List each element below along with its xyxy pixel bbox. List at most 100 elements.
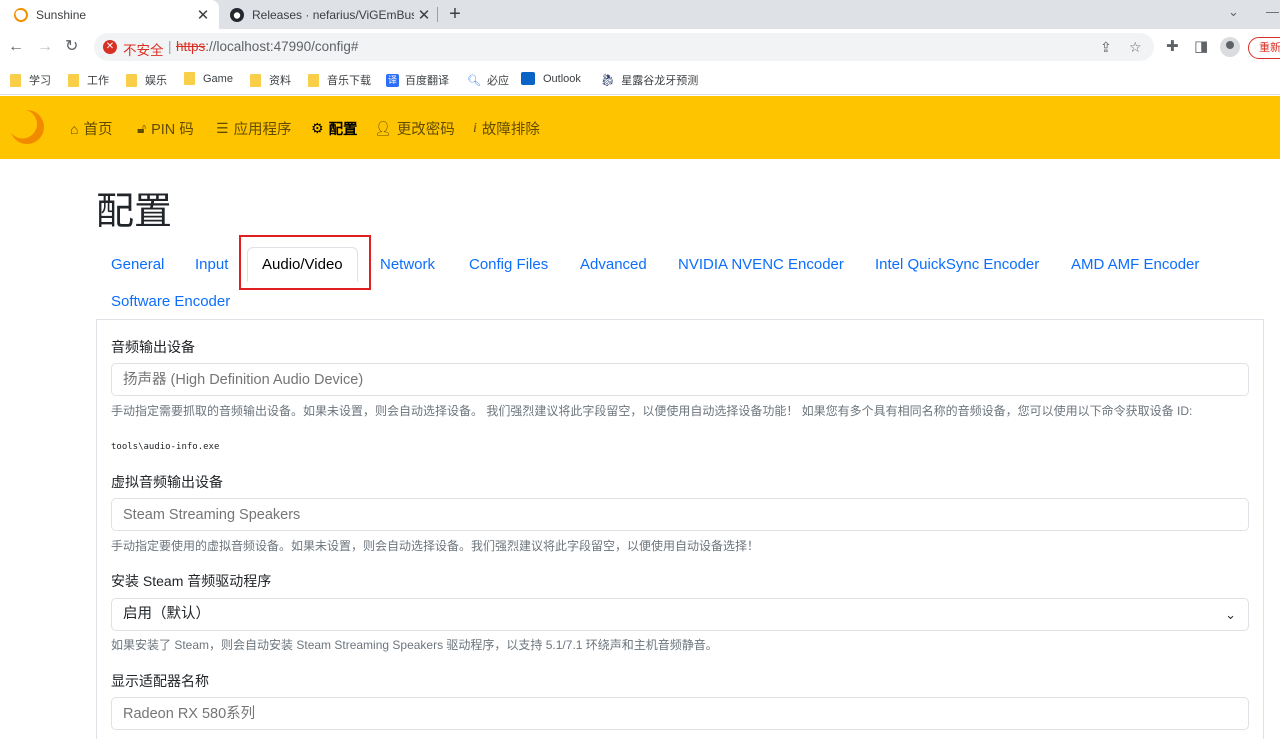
tab-nvidia-nvenc[interactable]: NVIDIA NVENC Encoder bbox=[678, 256, 844, 273]
bookmark-label: 百度翻译 bbox=[405, 75, 449, 87]
tab-intel-quicksync[interactable]: Intel QuickSync Encoder bbox=[875, 256, 1039, 273]
info-icon: i bbox=[473, 120, 477, 136]
virtual-sink-help: 手动指定要使用的虚拟音频设备。如果未设置，则会自动选择设备。我们强烈建议将此字段… bbox=[111, 539, 760, 553]
audio-sink-input[interactable] bbox=[111, 363, 1249, 396]
bookmark-label: 资料 bbox=[269, 75, 291, 87]
bookmark-label: Game bbox=[203, 72, 233, 85]
nav-applications[interactable]: ☰ 应用程序 bbox=[216, 118, 292, 139]
url-text[interactable]: https://localhost:47990/config# bbox=[176, 39, 358, 54]
minimize-icon[interactable]: — bbox=[1266, 4, 1279, 19]
forward-arrow-icon[interactable]: → bbox=[37, 38, 53, 56]
close-icon[interactable]: ✕ bbox=[414, 6, 434, 24]
nav-troubleshooting[interactable]: i 故障排除 bbox=[473, 118, 540, 139]
tab-config-files[interactable]: Config Files bbox=[469, 256, 548, 273]
bookmark-link[interactable]: Outlook bbox=[521, 72, 581, 85]
tab-amd-amf[interactable]: AMD AMF Encoder bbox=[1071, 256, 1199, 273]
bookmark-label: 学习 bbox=[29, 75, 51, 87]
select-value: 启用（默认） bbox=[123, 606, 210, 622]
bookmark-link[interactable]: 🔍︎ 必应 bbox=[467, 72, 509, 88]
translate-icon: 译 bbox=[386, 73, 399, 87]
browser-tab-vigembus[interactable]: Releases · nefarius/ViGEmBus ✕ bbox=[222, 0, 440, 29]
audio-sink-help: 手动指定需要抓取的音频输出设备。如果未设置，则会自动选择设备。 我们强烈建议将此… bbox=[111, 404, 1193, 418]
back-arrow-icon[interactable]: ← bbox=[8, 38, 24, 56]
nav-label: 故障排除 bbox=[481, 122, 540, 138]
list-icon: ☰ bbox=[216, 120, 229, 136]
bookmark-folder[interactable]: Game bbox=[184, 72, 233, 85]
folder-icon bbox=[68, 73, 79, 87]
nav-pin[interactable]: 🔓︎ PIN 码 bbox=[137, 118, 194, 139]
bookmark-label: Outlook bbox=[543, 72, 581, 85]
chevron-down-icon: ⌄ bbox=[1225, 607, 1236, 622]
sunshine-favicon bbox=[14, 7, 28, 22]
install-steam-drivers-label: 安装 Steam 音频驱动程序 bbox=[111, 573, 272, 589]
bookmarks-bar: 学习 工作 娱乐 Game 资料 音乐下载 译百度翻译 🔍︎ 必应 Outlook… bbox=[0, 65, 1280, 95]
address-bar[interactable]: ✕ 不安全 | https://localhost:47990/config# … bbox=[94, 33, 1154, 61]
star-icon[interactable]: ☆ bbox=[1129, 39, 1142, 56]
dragon-icon: 🐉︎ bbox=[600, 73, 616, 87]
bookmark-label: 星露谷龙牙预测 bbox=[621, 75, 699, 87]
browser-toolbar: ← → ↻ ✕ 不安全 | https://localhost:47990/co… bbox=[0, 29, 1280, 65]
browser-tab-strip: Sunshine ✕ Releases · nefarius/ViGEmBus … bbox=[0, 0, 1280, 29]
url-scheme: https bbox=[176, 39, 206, 54]
nav-config[interactable]: ⚙ 配置 bbox=[311, 118, 358, 139]
profile-avatar-icon[interactable] bbox=[1220, 37, 1240, 57]
share-icon[interactable]: ⇪ bbox=[1100, 39, 1112, 56]
nav-label: PIN 码 bbox=[151, 122, 194, 138]
bookmark-label: 工作 bbox=[87, 75, 109, 87]
folder-icon bbox=[184, 72, 195, 85]
sunshine-logo[interactable] bbox=[8, 108, 46, 146]
gear-icon: ⚙ bbox=[311, 120, 324, 136]
browser-tab-sunshine[interactable]: Sunshine ✕ bbox=[0, 0, 219, 29]
tab-advanced[interactable]: Advanced bbox=[580, 256, 647, 273]
nav-label: 配置 bbox=[328, 122, 358, 138]
address-divider: | bbox=[168, 39, 172, 54]
github-favicon bbox=[230, 7, 244, 22]
browser-tab-title: Sunshine bbox=[36, 7, 87, 22]
bookmark-label: 音乐下载 bbox=[327, 75, 371, 87]
close-icon[interactable]: ✕ bbox=[193, 6, 213, 24]
bookmark-folder[interactable]: 音乐下载 bbox=[308, 72, 371, 88]
folder-icon bbox=[126, 73, 137, 87]
bookmark-link[interactable]: 译百度翻译 bbox=[386, 72, 449, 88]
side-panel-icon[interactable]: ◨ bbox=[1194, 37, 1208, 55]
nav-home[interactable]: ⌂ 首页 bbox=[70, 118, 112, 139]
bookmark-label: 必应 bbox=[486, 75, 509, 87]
bookmark-folder[interactable]: 学习 bbox=[10, 72, 51, 88]
outlook-icon bbox=[521, 72, 535, 85]
bookmark-folder[interactable]: 资料 bbox=[250, 72, 291, 88]
adapter-name-label: 显示适配器名称 bbox=[111, 673, 209, 689]
new-tab-button[interactable]: + bbox=[446, 3, 464, 25]
lock-icon: 🔓︎ bbox=[137, 120, 147, 136]
virtual-sink-label: 虚拟音频输出设备 bbox=[111, 474, 223, 490]
user-key-icon: 👤︎ bbox=[374, 120, 392, 136]
tab-divider bbox=[437, 7, 438, 22]
reload-icon[interactable]: ↻ bbox=[65, 38, 78, 56]
security-label[interactable]: 不安全 bbox=[123, 39, 164, 59]
tab-network[interactable]: Network bbox=[380, 256, 435, 273]
browser-tab-title: Releases · nefarius/ViGEmBus bbox=[252, 7, 414, 22]
tab-search-chevron-icon[interactable]: ⌄ bbox=[1228, 4, 1239, 20]
adapter-name-input[interactable] bbox=[111, 697, 1249, 730]
app-navbar: ⌂ 首页 🔓︎ PIN 码 ☰ 应用程序 ⚙ 配置 👤︎ 更改密码 i 故障排除 bbox=[0, 96, 1280, 159]
extensions-puzzle-icon[interactable]: ✚ bbox=[1166, 37, 1179, 55]
home-icon: ⌂ bbox=[70, 120, 79, 137]
annotation-highlight-box bbox=[239, 235, 371, 290]
tab-input[interactable]: Input bbox=[195, 256, 228, 273]
folder-icon bbox=[10, 73, 21, 87]
restart-update-button[interactable]: 重新 bbox=[1248, 37, 1280, 59]
audio-info-command: tools\audio-info.exe bbox=[111, 442, 220, 452]
virtual-sink-input[interactable] bbox=[111, 498, 1249, 531]
bookmark-folder[interactable]: 娱乐 bbox=[126, 72, 167, 88]
nav-change-password[interactable]: 👤︎ 更改密码 bbox=[374, 118, 455, 139]
tab-general[interactable]: General bbox=[111, 256, 164, 273]
nav-label: 首页 bbox=[83, 122, 113, 138]
install-steam-drivers-select[interactable]: 启用（默认） ⌄ bbox=[111, 598, 1249, 631]
folder-icon bbox=[308, 73, 319, 87]
insecure-warning-icon: ✕ bbox=[103, 40, 117, 54]
bookmark-label: 娱乐 bbox=[145, 75, 167, 87]
bookmark-folder[interactable]: 工作 bbox=[68, 72, 109, 88]
install-steam-drivers-help: 如果安装了 Steam，则会自动安装 Steam Streaming Speak… bbox=[111, 638, 718, 652]
search-icon: 🔍︎ bbox=[467, 74, 481, 87]
tab-software-encoder[interactable]: Software Encoder bbox=[111, 293, 230, 310]
bookmark-link[interactable]: 🐉︎ 星露谷龙牙预测 bbox=[600, 72, 698, 88]
